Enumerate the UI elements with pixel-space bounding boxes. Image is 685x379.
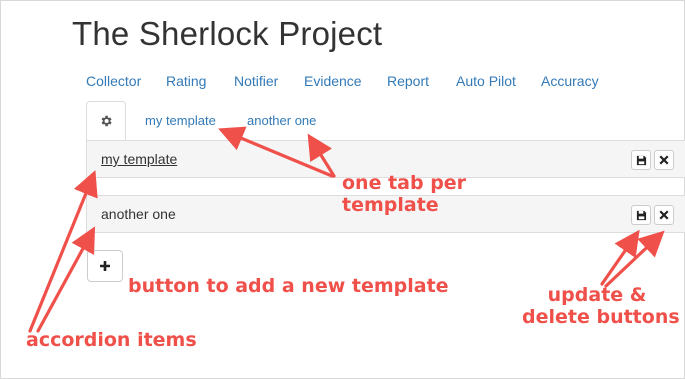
tab-settings[interactable] [86,101,126,141]
floppy-disk-icon [636,155,646,165]
nav-item-notifier[interactable]: Notifier [234,73,278,89]
nav-item-auto-pilot[interactable]: Auto Pilot [456,73,516,89]
tab-my-template[interactable]: my template [145,113,216,128]
floppy-disk-icon [636,210,646,220]
annotation-accordion-items: accordion items [26,329,197,351]
annotation-update-delete: update & delete buttons [522,284,680,328]
save-button[interactable] [631,205,651,225]
add-template-button[interactable] [87,250,123,282]
nav-item-evidence[interactable]: Evidence [304,73,362,89]
tab-another-one[interactable]: another one [247,113,316,128]
annotation-tab-per-template: one tab per template [342,172,466,216]
accordion-item-title[interactable]: my template [101,151,177,167]
nav-item-report[interactable]: Report [387,73,429,89]
annotation-line: update & [547,284,647,306]
page-title: The Sherlock Project [72,15,383,52]
gear-icon [101,115,112,127]
annotation-add-template: button to add a new template [128,275,449,297]
annotation-line: delete buttons [522,306,680,328]
close-icon [659,210,669,220]
delete-button[interactable] [654,150,674,170]
nav-item-rating[interactable]: Rating [166,73,206,89]
save-button[interactable] [631,150,651,170]
accordion-item-title[interactable]: another one [101,206,176,222]
delete-button[interactable] [654,205,674,225]
close-icon [659,155,669,165]
plus-icon [100,261,110,271]
nav-item-collector[interactable]: Collector [86,73,141,89]
annotation-line: one tab per [342,172,467,194]
annotation-line: template [342,194,439,216]
nav-item-accuracy[interactable]: Accuracy [541,73,599,89]
